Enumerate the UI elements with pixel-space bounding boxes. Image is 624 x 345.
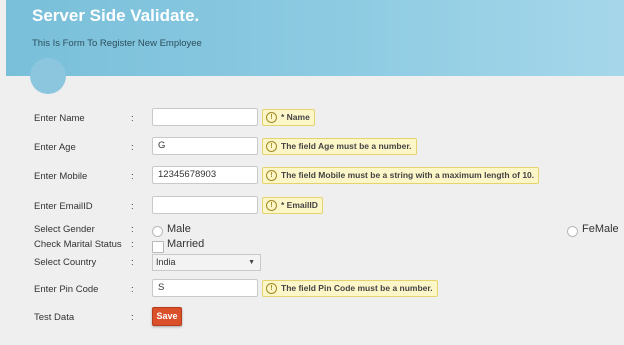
pincode-error-text: The field Pin Code must be a number. bbox=[281, 283, 433, 293]
page-title: Server Side Validate. bbox=[32, 6, 200, 25]
name-error-text: * Name bbox=[281, 112, 310, 122]
age-error: ! The field Age must be a number. bbox=[262, 138, 417, 155]
mobile-error-text: The field Mobile must be a string with a… bbox=[281, 170, 535, 180]
save-button[interactable]: Save bbox=[152, 307, 182, 326]
gender-colon: : bbox=[131, 224, 134, 235]
test-label: Test Data bbox=[34, 312, 75, 323]
mobile-row: Enter Mobile : ! The field Mobile must be… bbox=[0, 166, 624, 188]
email-error-text: * EmailID bbox=[281, 200, 318, 210]
email-input[interactable] bbox=[152, 196, 258, 214]
name-colon: : bbox=[131, 113, 134, 124]
test-row: Test Data : Save bbox=[0, 307, 624, 332]
gender-label: Select Gender bbox=[34, 224, 95, 235]
pincode-colon: : bbox=[131, 284, 134, 295]
pincode-input[interactable] bbox=[152, 279, 258, 297]
country-row: Select Country : India ▼ bbox=[0, 254, 624, 276]
female-radio[interactable] bbox=[567, 226, 578, 237]
country-select[interactable]: India ▼ bbox=[152, 254, 261, 271]
pincode-label: Enter Pin Code bbox=[34, 284, 99, 295]
header-decoration-circle bbox=[30, 58, 66, 94]
name-error: ! * Name bbox=[262, 109, 315, 126]
age-input[interactable] bbox=[152, 137, 258, 155]
male-radio[interactable] bbox=[152, 226, 163, 237]
married-checkbox[interactable] bbox=[152, 241, 164, 253]
country-label: Select Country bbox=[34, 257, 97, 268]
pincode-error: ! The field Pin Code must be a number. bbox=[262, 280, 438, 297]
email-colon: : bbox=[131, 201, 134, 212]
mobile-error: ! The field Mobile must be a string with … bbox=[262, 167, 540, 184]
warning-circle-icon: ! bbox=[266, 141, 277, 152]
test-colon: : bbox=[131, 312, 134, 323]
country-selected-value: India bbox=[156, 257, 176, 267]
mobile-input[interactable] bbox=[152, 166, 258, 184]
female-label: FeMale bbox=[582, 223, 619, 235]
age-row: Enter Age : ! The field Age must be a num… bbox=[0, 137, 624, 159]
mobile-label: Enter Mobile bbox=[34, 171, 88, 182]
warning-circle-icon: ! bbox=[266, 170, 277, 181]
age-error-text: The field Age must be a number. bbox=[281, 141, 412, 151]
name-row: Enter Name : ! * Name bbox=[0, 108, 624, 130]
page-subtitle: This Is Form To Register New Employee bbox=[32, 38, 202, 49]
page-header: Server Side Validate. This Is Form To Re… bbox=[6, 0, 624, 76]
name-label: Enter Name bbox=[34, 113, 85, 124]
age-colon: : bbox=[131, 142, 134, 153]
warning-circle-icon: ! bbox=[266, 283, 277, 294]
warning-circle-icon: ! bbox=[266, 112, 277, 123]
email-error: ! * EmailID bbox=[262, 197, 323, 214]
email-row: Enter EmailID : ! * EmailID bbox=[0, 196, 624, 218]
pincode-row: Enter Pin Code : ! The field Pin Code mus… bbox=[0, 279, 624, 301]
warning-circle-icon: ! bbox=[266, 200, 277, 211]
chevron-down-icon: ▼ bbox=[248, 259, 255, 266]
email-label: Enter EmailID bbox=[34, 201, 93, 212]
mobile-colon: : bbox=[131, 171, 134, 182]
age-label: Enter Age bbox=[34, 142, 76, 153]
male-label: Male bbox=[167, 223, 191, 235]
marital-colon: : bbox=[131, 239, 134, 250]
marital-label: Check Marital Status bbox=[34, 239, 122, 250]
country-colon: : bbox=[131, 257, 134, 268]
name-input[interactable] bbox=[152, 108, 258, 126]
married-label: Married bbox=[167, 238, 205, 250]
